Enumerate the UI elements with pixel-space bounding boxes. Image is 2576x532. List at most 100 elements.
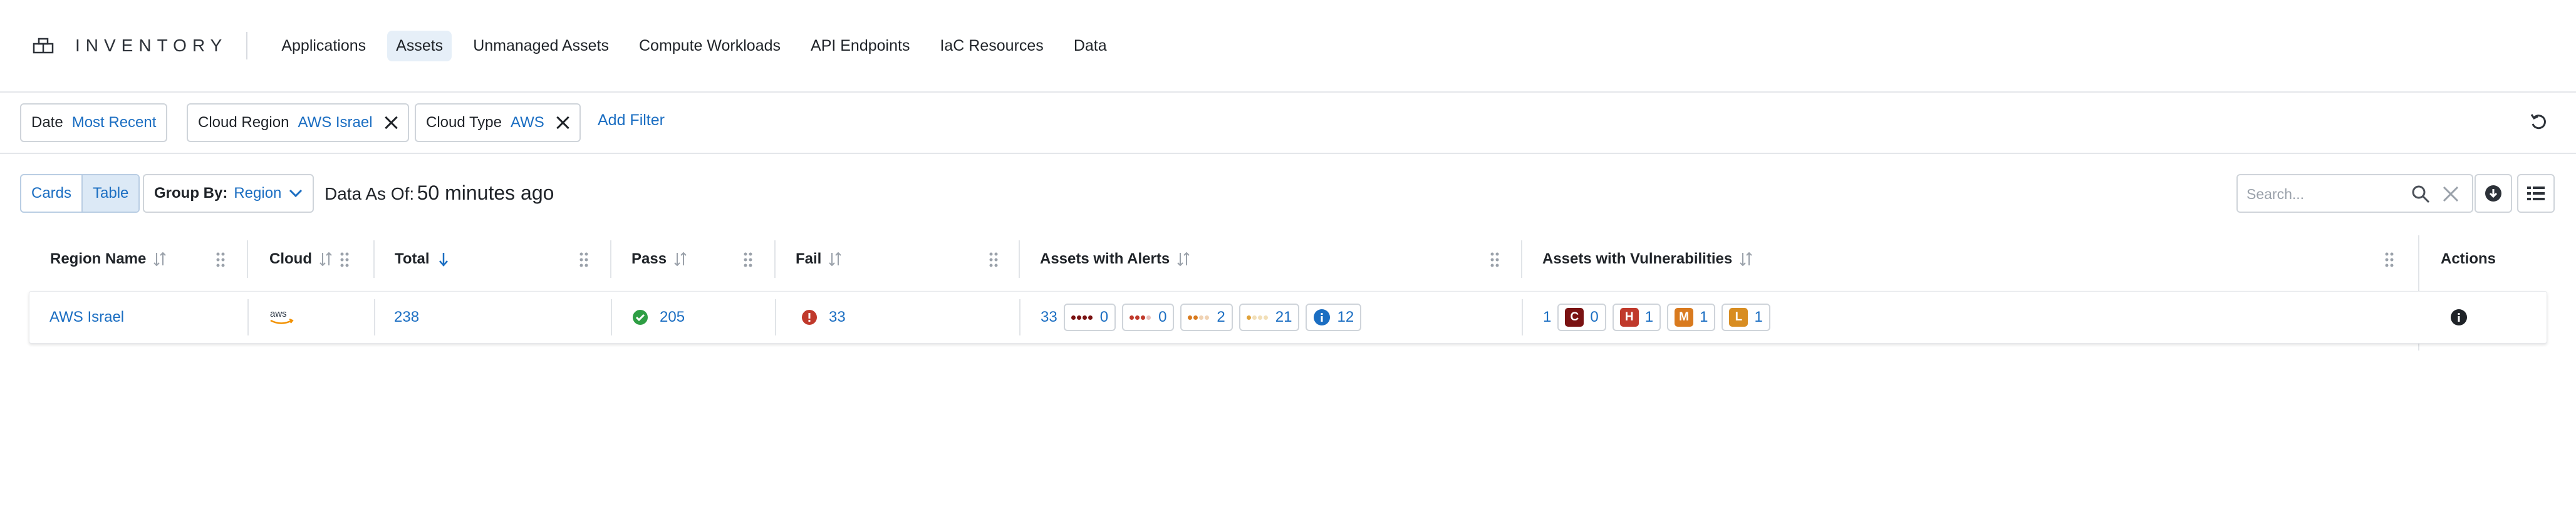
filter-value: Most Recent xyxy=(71,114,157,131)
top-navigation-bar: INVENTORY Applications Assets Unmanaged … xyxy=(0,0,2576,93)
vuln-high-pill[interactable]: H 1 xyxy=(1612,304,1661,331)
download-icon xyxy=(2485,185,2501,202)
alert-medium-pill[interactable]: 2 xyxy=(1180,304,1233,331)
fail-link[interactable]: 33 xyxy=(829,309,846,326)
remove-filter-icon[interactable] xyxy=(556,116,569,130)
vulns-total-link[interactable]: 1 xyxy=(1543,309,1551,326)
drag-handle-icon[interactable] xyxy=(1490,252,1500,268)
high-severity-icon xyxy=(1130,315,1152,320)
region-link[interactable]: AWS Israel xyxy=(49,309,124,326)
reset-icon[interactable] xyxy=(2528,111,2549,133)
column-title: Fail xyxy=(796,250,822,267)
column-header-assets-with-vulnerabilities[interactable]: Assets with Vulnerabilities xyxy=(1542,238,1753,280)
critical-severity-icon xyxy=(1071,315,1094,320)
nav-compute-workloads[interactable]: Compute Workloads xyxy=(630,31,789,61)
column-header-region-name[interactable]: Region Name xyxy=(50,238,167,280)
filter-key: Date xyxy=(31,114,63,131)
pass-check-icon xyxy=(633,310,648,325)
download-button[interactable] xyxy=(2475,174,2512,213)
column-divider xyxy=(1522,299,1523,335)
data-as-of: Data As Of: 50 minutes ago xyxy=(325,182,554,205)
row-info-icon[interactable] xyxy=(2450,309,2468,326)
filter-chip-date[interactable]: Date Most Recent xyxy=(20,103,168,142)
nav-assets[interactable]: Assets xyxy=(387,30,452,61)
column-title: Total xyxy=(395,250,430,267)
cloud-cell: aws xyxy=(269,292,296,343)
alert-count: 2 xyxy=(1217,309,1225,325)
drag-handle-icon[interactable] xyxy=(989,252,999,268)
column-divider xyxy=(1521,240,1522,278)
table-row[interactable]: AWS Israel aws 238 205 33 33 0 0 2 21 12… xyxy=(29,291,2547,344)
view-table-button[interactable]: Table xyxy=(81,175,139,212)
column-divider xyxy=(774,240,776,278)
alert-count: 0 xyxy=(1099,309,1109,325)
sort-icon[interactable] xyxy=(318,251,333,267)
nav-iac-resources[interactable]: IaC Resources xyxy=(931,31,1052,61)
column-divider xyxy=(1019,240,1020,278)
inventory-icon xyxy=(33,38,54,54)
column-divider xyxy=(247,299,249,335)
nav-data[interactable]: Data xyxy=(1065,31,1116,61)
nav-api-endpoints[interactable]: API Endpoints xyxy=(802,31,918,61)
drag-handle-icon[interactable] xyxy=(743,252,753,268)
nav-unmanaged-assets[interactable]: Unmanaged Assets xyxy=(464,31,618,61)
table-header: Region Name Cloud Total Pass Fail Assets… xyxy=(30,238,2546,280)
sort-icon[interactable] xyxy=(828,251,843,267)
alert-high-pill[interactable]: 0 xyxy=(1122,304,1175,331)
column-divider xyxy=(1019,299,1021,335)
search-icon[interactable] xyxy=(2411,184,2431,204)
low-badge-icon: L xyxy=(1729,308,1748,327)
nav-applications[interactable]: Applications xyxy=(273,31,375,61)
sort-icon[interactable] xyxy=(152,251,167,267)
drag-handle-icon[interactable] xyxy=(2384,252,2394,268)
view-cards-button[interactable]: Cards xyxy=(21,175,81,212)
alerts-total-link[interactable]: 33 xyxy=(1041,309,1057,326)
sort-desc-icon[interactable] xyxy=(436,251,451,267)
clear-search-icon[interactable] xyxy=(2441,184,2461,204)
column-divider xyxy=(610,240,611,278)
filter-chip-cloud-type[interactable]: Cloud Type AWS xyxy=(415,103,581,142)
medium-severity-icon xyxy=(1188,315,1210,320)
column-settings-button[interactable] xyxy=(2517,174,2555,213)
pass-link[interactable]: 205 xyxy=(660,309,685,326)
total-link[interactable]: 238 xyxy=(394,309,419,326)
sort-icon[interactable] xyxy=(1176,251,1191,267)
column-title: Cloud xyxy=(269,250,312,267)
vuln-count: 0 xyxy=(1590,309,1599,325)
filter-value: AWS Israel xyxy=(298,114,373,131)
column-divider xyxy=(775,299,776,335)
column-header-total[interactable]: Total xyxy=(395,238,451,280)
column-header-assets-with-alerts[interactable]: Assets with Alerts xyxy=(1040,238,1191,280)
sort-icon[interactable] xyxy=(673,251,688,267)
column-header-pass[interactable]: Pass xyxy=(631,238,688,280)
column-header-fail[interactable]: Fail xyxy=(796,238,843,280)
add-filter-button[interactable]: Add Filter xyxy=(598,111,665,130)
alert-info-pill[interactable]: 12 xyxy=(1306,304,1362,331)
column-title: Region Name xyxy=(50,250,147,267)
search-input[interactable] xyxy=(2246,183,2397,205)
alert-count: 12 xyxy=(1337,309,1354,325)
filter-key: Cloud Region xyxy=(198,114,289,131)
vuln-count: 1 xyxy=(1644,309,1654,325)
remove-filter-icon[interactable] xyxy=(384,116,398,130)
alert-low-pill[interactable]: 21 xyxy=(1239,304,1300,331)
alert-critical-pill[interactable]: 0 xyxy=(1063,304,1116,331)
brand: INVENTORY xyxy=(33,32,248,59)
drag-handle-icon[interactable] xyxy=(579,252,589,268)
main-nav: Applications Assets Unmanaged Assets Com… xyxy=(273,30,1128,61)
vulnerabilities-cell: 1 C 0 H 1 M 1 L 1 xyxy=(1543,292,1770,343)
column-header-cloud[interactable]: Cloud xyxy=(269,238,333,280)
vuln-count: 1 xyxy=(1700,309,1708,325)
filter-chip-cloud-region[interactable]: Cloud Region AWS Israel xyxy=(187,103,409,142)
drag-handle-icon[interactable] xyxy=(340,252,350,268)
group-by-dropdown[interactable]: Group By: Region xyxy=(143,174,314,213)
vuln-medium-pill[interactable]: M 1 xyxy=(1667,304,1716,331)
chevron-down-icon xyxy=(289,189,303,198)
sort-icon[interactable] xyxy=(1738,251,1753,267)
vuln-critical-pill[interactable]: C 0 xyxy=(1557,304,1606,331)
drag-handle-icon[interactable] xyxy=(216,252,226,268)
low-severity-icon xyxy=(1246,315,1269,320)
vuln-low-pill[interactable]: L 1 xyxy=(1722,304,1770,331)
fail-alert-icon xyxy=(802,310,817,325)
column-title: Pass xyxy=(631,250,667,267)
